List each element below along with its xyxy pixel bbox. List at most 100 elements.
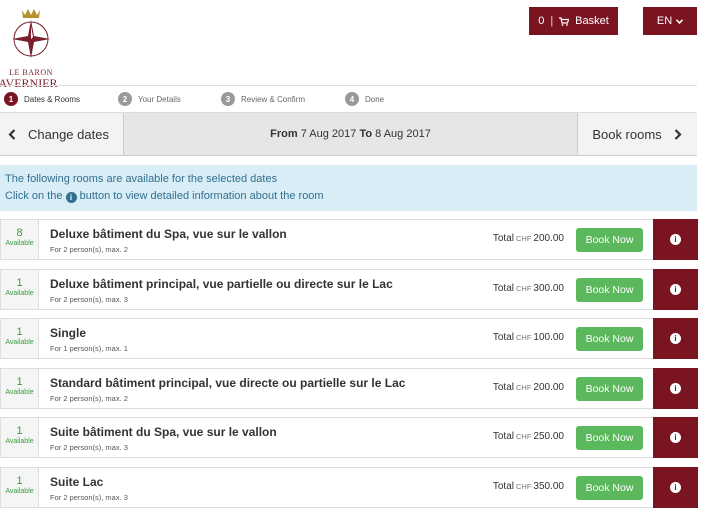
available-count: 1 [16,276,23,289]
availability-info-alert: The following rooms are available for th… [0,165,697,211]
book-rooms-button[interactable]: Book rooms [577,113,697,155]
total-label: Total [492,282,514,294]
available-count: 1 [16,474,23,487]
price: 250.00 [533,431,564,442]
room-name: Deluxe bâtiment principal, vue partielle… [50,276,393,291]
room-total: Total CHF 350.00 [493,481,564,492]
info-line-2-suffix: button to view detailed information abou… [79,190,324,202]
step-number: 4 [345,92,359,106]
list-item: 8 Available Deluxe bâtiment du Spa, vue … [0,219,698,260]
room-info-button[interactable]: i [653,417,698,458]
list-item: 1 Available Deluxe bâtiment principal, v… [0,268,698,310]
room-total: Total CHF 250.00 [493,431,564,442]
language-label: EN [656,15,673,27]
room-occupancy: For 2 person(s), max. 2 [50,245,128,254]
available-count: 1 [16,425,23,437]
basket-label: Basket [575,15,609,27]
hotel-logo[interactable]: LE BARON AVERNIER [0,6,62,89]
step-label: Done [365,94,385,104]
info-line-1: The following rooms are available for th… [5,173,278,185]
list-item: 1 Available Standard bâtiment principal,… [0,367,698,409]
room-total: Total CHF 100.00 [493,332,564,343]
room-total: Total CHF 300.00 [493,283,564,294]
from-label: From [270,128,298,140]
room-info-button[interactable]: i [653,466,698,508]
chevron-down-icon [676,18,684,24]
currency: CHF [515,333,532,342]
language-dropdown[interactable]: EN [643,7,697,35]
available-label: Available [5,487,34,495]
price: 100.00 [533,332,564,343]
to-label: To [359,128,373,140]
availability-badge: 1 Available [1,418,39,457]
room-occupancy: For 2 person(s), max. 3 [50,443,128,452]
room-list: 8 Available Deluxe bâtiment du Spa, vue … [0,219,698,513]
info-icon: i [670,432,681,443]
room-info-button[interactable]: i [653,367,698,409]
list-item: 1 Available Suite bâtiment du Spa, vue s… [0,417,698,458]
availability-badge: 1 Available [1,467,39,507]
step-number: 2 [118,92,132,106]
available-label: Available [5,339,34,346]
date-bar: Change dates From 7 Aug 2017 To 8 Aug 20… [0,113,697,156]
room-info-button[interactable]: i [653,219,698,260]
info-icon: i [670,234,681,245]
chevron-right-icon [674,128,682,140]
book-now-button[interactable]: Book Now [576,376,643,401]
from-date: 7 Aug 2017 [300,128,357,140]
room-info-button[interactable]: i [653,268,698,310]
book-now-button[interactable]: Book Now [576,475,643,500]
available-count: 1 [16,375,23,388]
cart-icon [559,16,570,26]
available-label: Available [5,438,34,445]
total-label: Total [492,233,514,244]
list-item: 1 Available Single For 1 person(s), max.… [0,318,698,359]
date-range: From 7 Aug 2017 To 8 Aug 2017 [124,113,577,155]
progress-steps: 1 Dates & Rooms 2 Your Details 3 Review … [0,85,697,113]
basket-count: 0 [538,15,545,27]
available-label: Available [5,289,34,297]
info-icon: i [670,333,681,344]
book-now-button[interactable]: Book Now [576,228,643,252]
room-name: Deluxe bâtiment du Spa, vue sur le vallo… [50,227,287,241]
info-line-2-prefix: Click on the [5,190,63,202]
price: 300.00 [533,282,564,294]
book-now-button[interactable]: Book Now [576,327,643,351]
availability-badge: 1 Available [1,368,39,408]
step-number: 1 [4,92,18,106]
availability-badge: 8 Available [1,220,39,259]
available-label: Available [5,240,34,247]
room-name: Standard bâtiment principal, vue directe… [50,375,406,390]
step-number: 3 [221,92,235,106]
price: 200.00 [533,233,564,244]
total-label: Total [492,431,514,442]
step-label: Review & Confirm [241,94,306,104]
step-done: 4 Done [345,92,384,106]
step-label: Dates & Rooms [24,94,81,104]
room-occupancy: For 1 person(s), max. 1 [50,344,128,353]
room-info-button[interactable]: i [653,318,698,359]
currency: CHF [515,481,532,491]
book-now-button[interactable]: Book Now [576,426,643,450]
step-your-details: 2 Your Details [118,92,181,106]
total-label: Total [492,332,514,343]
basket-button[interactable]: 0 | Basket [529,7,618,35]
book-rooms-label: Book rooms [592,126,662,142]
room-total: Total CHF 200.00 [493,382,564,393]
currency: CHF [515,234,532,243]
currency: CHF [515,283,532,293]
change-dates-button[interactable]: Change dates [0,113,124,155]
step-dates-rooms[interactable]: 1 Dates & Rooms [4,92,80,106]
step-review-confirm: 3 Review & Confirm [221,92,305,106]
price: 350.00 [533,480,564,492]
book-now-button[interactable]: Book Now [576,277,643,302]
room-name: Suite Lac [50,474,104,489]
total-label: Total [492,480,514,492]
info-icon: i [670,382,681,394]
room-total: Total CHF 200.00 [493,233,564,244]
total-label: Total [492,381,514,393]
step-label: Your Details [138,94,181,104]
room-occupancy: For 2 person(s), max. 3 [50,492,128,502]
room-occupancy: For 2 person(s), max. 2 [50,393,128,403]
separator: | [550,15,554,27]
